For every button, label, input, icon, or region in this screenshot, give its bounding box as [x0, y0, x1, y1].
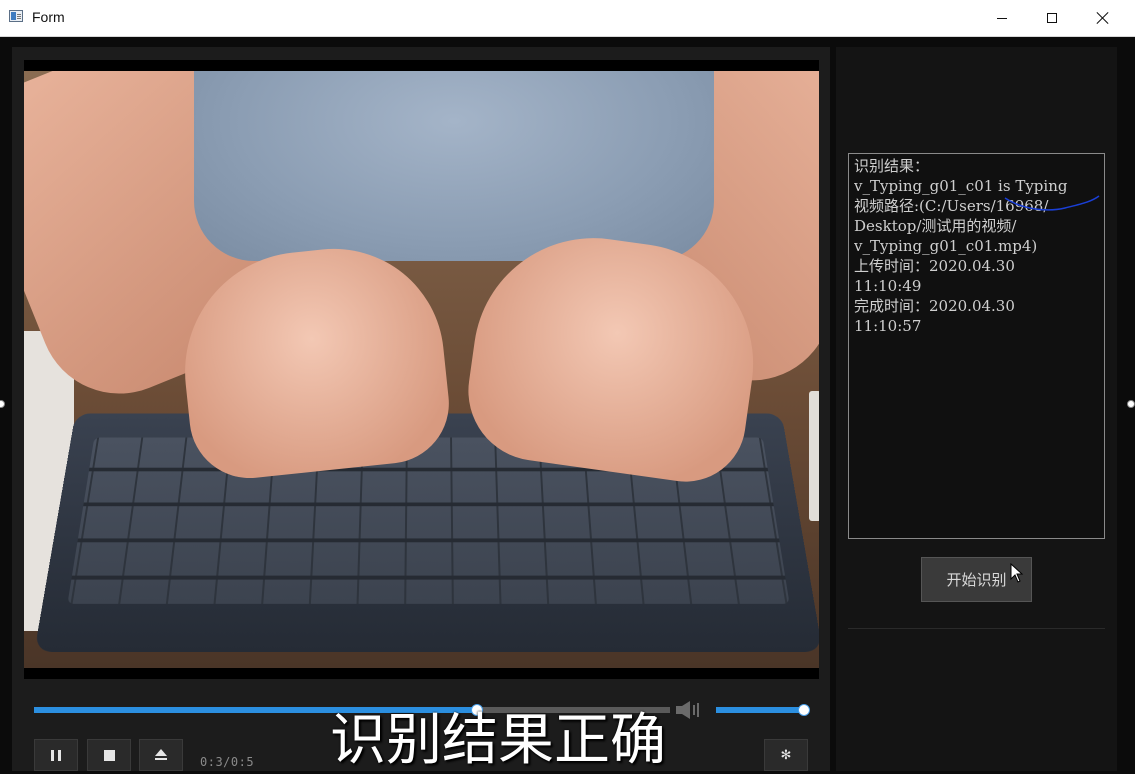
- result-line: v_Typing_g01_c01.mp4): [854, 237, 1038, 255]
- result-line: 上传时间：2020.04.30: [854, 257, 1015, 275]
- time-label: 0:3/0:5: [200, 755, 255, 769]
- maximize-icon: [1047, 13, 1057, 23]
- app-icon: [9, 10, 23, 22]
- window-title: Form: [32, 9, 65, 25]
- pause-button[interactable]: [34, 739, 78, 771]
- maximize-button[interactable]: [1027, 0, 1077, 36]
- shirt: [194, 71, 714, 261]
- result-line: 11:10:57: [854, 317, 922, 335]
- result-line: Desktop/测试用的视频/: [854, 217, 1017, 235]
- resize-handle-left[interactable]: [0, 400, 5, 408]
- handwritten-underline: [1004, 195, 1100, 211]
- divider: [848, 628, 1105, 629]
- volume-icon[interactable]: [674, 700, 704, 720]
- minimize-button[interactable]: [977, 0, 1027, 36]
- volume-fill: [716, 707, 804, 713]
- mouse-cursor-icon: [1010, 563, 1024, 583]
- result-line: 识别结果：: [854, 157, 930, 175]
- volume-handle[interactable]: [798, 704, 810, 716]
- video-scene: [24, 71, 819, 668]
- result-line: 11:10:49: [854, 277, 922, 295]
- settings-icon: ✻: [780, 747, 792, 763]
- title-bar: Form: [0, 0, 1135, 37]
- settings-button[interactable]: ✻: [764, 739, 808, 771]
- paper-sheet-right: [809, 391, 819, 521]
- minimize-icon: [997, 17, 1007, 19]
- close-button[interactable]: [1078, 0, 1128, 36]
- stop-button[interactable]: [87, 739, 131, 771]
- video-frame[interactable]: [24, 60, 819, 679]
- stop-icon: [103, 749, 115, 761]
- close-icon: [1096, 11, 1110, 25]
- volume-slider[interactable]: [716, 704, 810, 716]
- eject-button[interactable]: [139, 739, 183, 771]
- subtitle-caption: 识别结果正确: [330, 708, 666, 773]
- resize-handle-right[interactable]: [1127, 400, 1135, 408]
- result-line: 完成时间：2020.04.30: [854, 297, 1015, 315]
- eject-icon: [155, 749, 167, 761]
- pause-icon: [51, 749, 61, 761]
